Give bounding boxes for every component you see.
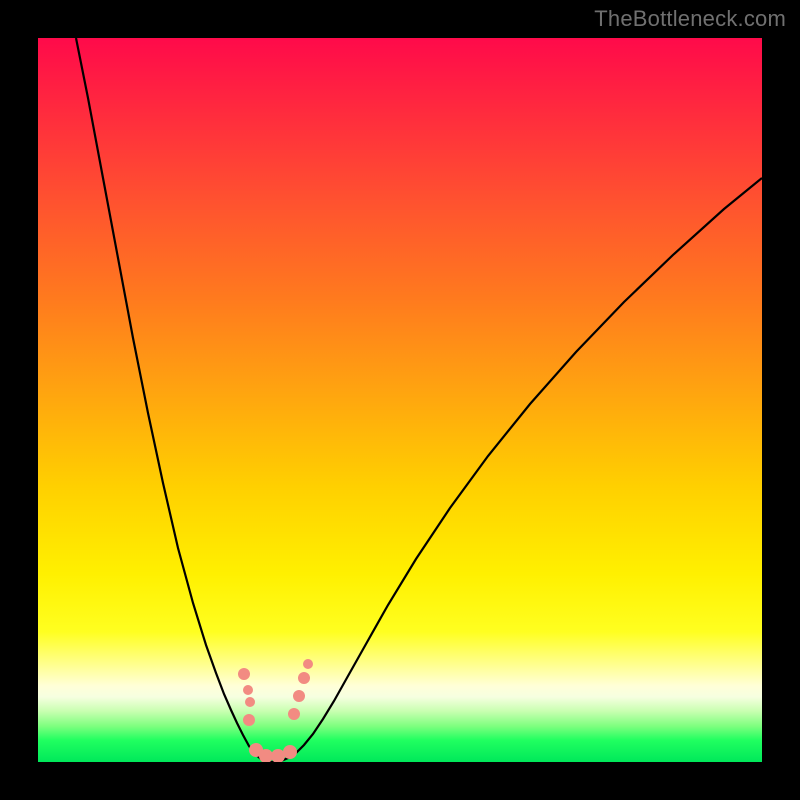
data-dot bbox=[283, 745, 297, 759]
data-dot bbox=[303, 659, 313, 669]
data-dot bbox=[298, 672, 310, 684]
plot-area bbox=[38, 38, 762, 762]
bottleneck-curve bbox=[38, 38, 762, 762]
chart-frame: TheBottleneck.com bbox=[0, 0, 800, 800]
data-dot bbox=[238, 668, 250, 680]
data-dot bbox=[243, 714, 255, 726]
curve-path bbox=[76, 38, 762, 762]
data-dot bbox=[271, 749, 285, 762]
data-dot bbox=[293, 690, 305, 702]
data-dot bbox=[245, 697, 255, 707]
watermark-text: TheBottleneck.com bbox=[594, 6, 786, 32]
data-dot bbox=[288, 708, 300, 720]
data-dot bbox=[243, 685, 253, 695]
